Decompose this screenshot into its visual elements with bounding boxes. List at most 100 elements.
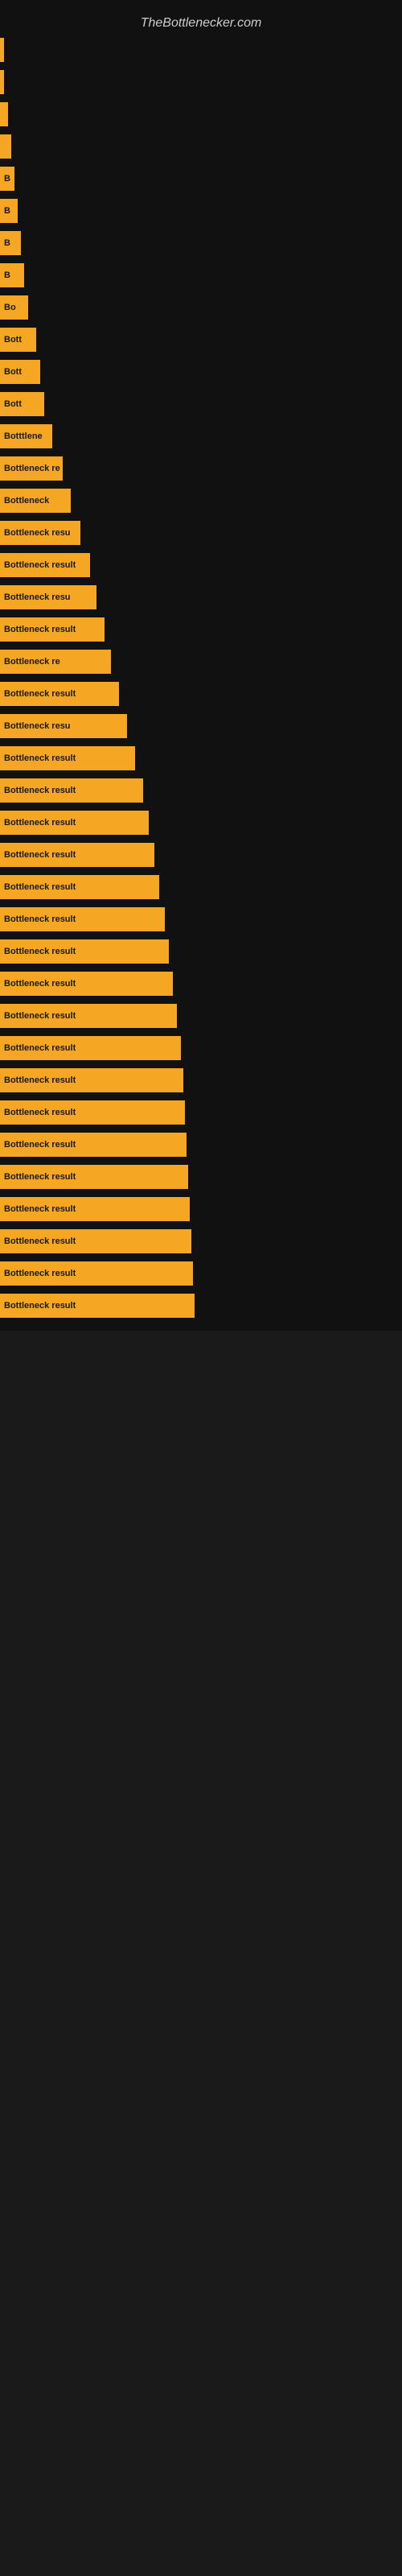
bar-row: Bottleneck result	[0, 1129, 402, 1160]
bar-row: Bottleneck resu	[0, 711, 402, 741]
bar-row: Botttlene	[0, 421, 402, 452]
bar-row: B	[0, 163, 402, 194]
bar: Bottleneck result	[0, 1165, 188, 1189]
bar-label: Botttlene	[4, 431, 43, 441]
bar-row: Bottleneck result	[0, 1290, 402, 1321]
bar-row: Bottleneck result	[0, 872, 402, 902]
bar: Bottleneck result	[0, 746, 135, 770]
bar: Bottleneck resu	[0, 521, 80, 545]
bar-label: Bottleneck re	[4, 657, 60, 667]
bar-row: Bottleneck	[0, 485, 402, 516]
bar: Bottleneck result	[0, 617, 105, 642]
bar-label: Bottleneck result	[4, 560, 76, 570]
bar-row: Bottleneck result	[0, 775, 402, 806]
bar	[0, 134, 11, 159]
bar: Bo	[0, 295, 28, 320]
bar-row: Bott	[0, 324, 402, 355]
bar-label: Bottleneck result	[4, 1108, 76, 1117]
bar: Bottleneck result	[0, 1197, 190, 1221]
bar-label: Bottleneck result	[4, 882, 76, 892]
bar: Bottleneck resu	[0, 585, 96, 609]
bar-row: Bottleneck result	[0, 1194, 402, 1224]
bar-row: Bottleneck result	[0, 807, 402, 838]
bar-label: Bottleneck	[4, 496, 49, 506]
bar-row: Bottleneck result	[0, 840, 402, 870]
bar-row: Bo	[0, 292, 402, 323]
bar: Bottleneck result	[0, 553, 90, 577]
bar-row: Bottleneck result	[0, 936, 402, 967]
bar: Bottleneck result	[0, 939, 169, 964]
bar-label: Bo	[4, 303, 16, 312]
bar: Bottleneck resu	[0, 714, 127, 738]
bar: B	[0, 167, 14, 191]
bar-row: Bottleneck resu	[0, 518, 402, 548]
bar-label: Bottleneck result	[4, 786, 76, 795]
bar-row: Bottleneck resu	[0, 582, 402, 613]
bar-label: Bottleneck re	[4, 464, 60, 473]
bar	[0, 38, 4, 62]
bar: Bottleneck result	[0, 682, 119, 706]
bar-label: Bottleneck result	[4, 1011, 76, 1021]
bar-row: Bottleneck result	[0, 614, 402, 645]
bar-row: Bottleneck result	[0, 1162, 402, 1192]
bar-row: Bottleneck result	[0, 1258, 402, 1289]
bar: Bottleneck re	[0, 650, 111, 674]
bar-row: Bottleneck result	[0, 1065, 402, 1096]
bar-label: B	[4, 270, 10, 280]
bar-label: Bottleneck resu	[4, 528, 71, 538]
bar-label: Bottleneck result	[4, 914, 76, 924]
bar-row	[0, 67, 402, 97]
bar-row: Bottleneck result	[0, 1097, 402, 1128]
bar: Bottleneck re	[0, 456, 63, 481]
bar: Bottleneck result	[0, 1068, 183, 1092]
bar: Bottleneck result	[0, 907, 165, 931]
bar-label: Bott	[4, 399, 22, 409]
bar-label: Bottleneck result	[4, 1269, 76, 1278]
bar-row: Bottleneck result	[0, 550, 402, 580]
bar: Bott	[0, 328, 36, 352]
bar: Bottleneck	[0, 489, 71, 513]
bar-label: Bottleneck resu	[4, 592, 71, 602]
bar-label: Bottleneck result	[4, 753, 76, 763]
bar: B	[0, 263, 24, 287]
bar-label: B	[4, 206, 10, 216]
bar-label: Bottleneck result	[4, 1204, 76, 1214]
site-title: TheBottlenecker.com	[0, 8, 402, 35]
bar: Bottleneck result	[0, 1133, 187, 1157]
bar: Bott	[0, 392, 44, 416]
bar-label: Bottleneck result	[4, 979, 76, 989]
bar: B	[0, 199, 18, 223]
bar-label: Bottleneck result	[4, 1075, 76, 1085]
bar: Botttlene	[0, 424, 52, 448]
bar-label: Bottleneck result	[4, 1172, 76, 1182]
bar: Bottleneck result	[0, 1100, 185, 1125]
bar-label: Bottleneck resu	[4, 721, 71, 731]
bar-label: B	[4, 174, 10, 184]
bar: Bottleneck result	[0, 1294, 195, 1318]
bar-row: Bott	[0, 357, 402, 387]
bar-label: Bott	[4, 367, 22, 377]
bar-row: B	[0, 228, 402, 258]
bar: Bottleneck result	[0, 1036, 181, 1060]
bar-label: Bottleneck result	[4, 1301, 76, 1311]
bar-row: Bottleneck result	[0, 1033, 402, 1063]
bar-row: Bott	[0, 389, 402, 419]
bar-row: Bottleneck result	[0, 679, 402, 709]
bar-row: Bottleneck result	[0, 1226, 402, 1257]
bar: Bottleneck result	[0, 1004, 177, 1028]
bar-label: Bottleneck result	[4, 818, 76, 828]
chart-area: TheBottlenecker.com B B B B Bo Bott Bott Bott Bo…	[0, 0, 402, 1331]
bar	[0, 70, 4, 94]
bar-row: Bottleneck result	[0, 743, 402, 774]
bar-label: Bottleneck result	[4, 1140, 76, 1150]
bar-label: Bottleneck result	[4, 625, 76, 634]
bar: Bottleneck result	[0, 875, 159, 899]
bar-label: B	[4, 238, 10, 248]
bar-row: Bottleneck re	[0, 646, 402, 677]
bar-row: Bottleneck result	[0, 1001, 402, 1031]
bar-label: Bottleneck result	[4, 1043, 76, 1053]
bar: Bottleneck result	[0, 843, 154, 867]
bar: Bottleneck result	[0, 778, 143, 803]
bar-label: Bott	[4, 335, 22, 345]
bar-label: Bottleneck result	[4, 947, 76, 956]
